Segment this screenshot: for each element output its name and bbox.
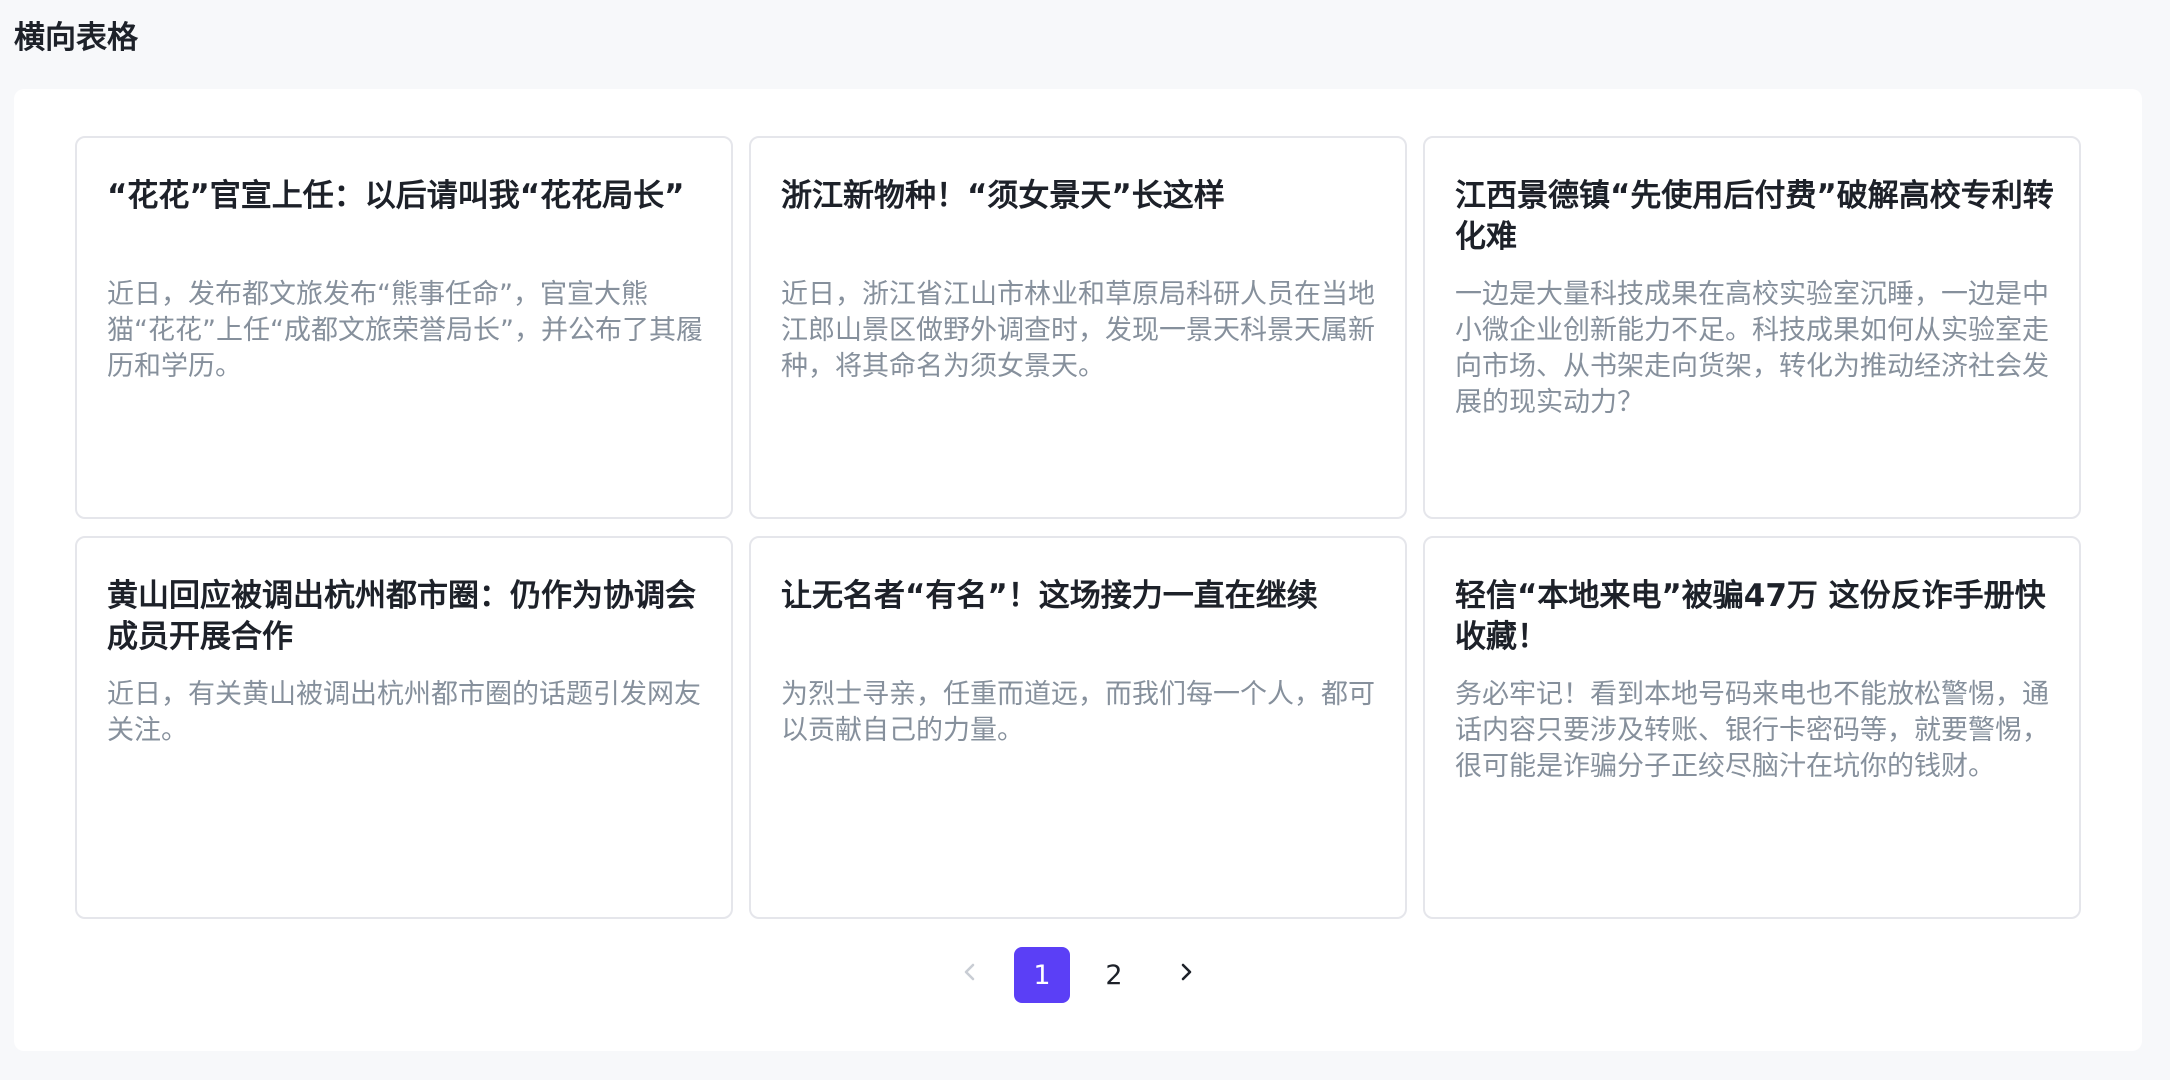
news-card[interactable]: “花花”官宣上任：以后请叫我“花花局长” 近日，发布都文旅发布“熊事任命”，官宣… xyxy=(75,136,733,519)
next-page-button[interactable] xyxy=(1158,947,1214,1003)
card-title: 轻信“本地来电”被骗47万 这份反诈手册快收藏！ xyxy=(1455,578,2046,655)
card-title: 黄山回应被调出杭州都市圈：仍作为协调会成员开展合作 xyxy=(107,578,696,655)
card-title: “花花”官宣上任：以后请叫我“花花局长” xyxy=(107,178,685,214)
news-card[interactable]: 江西景德镇“先使用后付费”破解高校专利转化难 一边是大量科技成果在高校实验室沉睡… xyxy=(1423,136,2081,519)
prev-page-button[interactable] xyxy=(942,947,998,1003)
card-title: 江西景德镇“先使用后付费”破解高校专利转化难 xyxy=(1455,178,2054,255)
pagination: 1 2 xyxy=(14,947,2142,1003)
content-panel: “花花”官宣上任：以后请叫我“花花局长” 近日，发布都文旅发布“熊事任命”，官宣… xyxy=(14,89,2142,1051)
card-title: 让无名者“有名”！这场接力一直在继续 xyxy=(781,578,1318,614)
card-summary: 一边是大量科技成果在高校实验室沉睡，一边是中小微企业创新能力不足。科技成果如何从… xyxy=(1455,279,2049,418)
chevron-right-icon xyxy=(1174,960,1198,991)
news-card[interactable]: 浙江新物种！“须女景天”长这样 近日，浙江省江山市林业和草原局科研人员在当地江郎… xyxy=(749,136,1407,519)
news-card[interactable]: 让无名者“有名”！这场接力一直在继续 为烈士寻亲，任重而道远，而我们每一个人，都… xyxy=(749,536,1407,919)
page-title: 横向表格 xyxy=(14,20,138,56)
chevron-left-icon xyxy=(958,960,982,991)
card-summary: 近日，发布都文旅发布“熊事任命”，官宣大熊猫“花花”上任“成都文旅荣誉局长”，并… xyxy=(107,279,703,382)
card-summary: 近日，浙江省江山市林业和草原局科研人员在当地江郎山景区做野外调查时，发现一景天科… xyxy=(781,279,1375,382)
card-title: 浙江新物种！“须女景天”长这样 xyxy=(781,178,1225,214)
page-number-2[interactable]: 2 xyxy=(1086,947,1142,1003)
news-card[interactable]: 轻信“本地来电”被骗47万 这份反诈手册快收藏！ 务必牢记！看到本地号码来电也不… xyxy=(1423,536,2081,919)
news-card[interactable]: 黄山回应被调出杭州都市圈：仍作为协调会成员开展合作 近日，有关黄山被调出杭州都市… xyxy=(75,536,733,919)
card-summary: 近日，有关黄山被调出杭州都市圈的话题引发网友关注。 xyxy=(107,679,701,746)
card-summary: 为烈士寻亲，任重而道远，而我们每一个人，都可以贡献自己的力量。 xyxy=(781,679,1375,746)
card-summary: 务必牢记！看到本地号码来电也不能放松警惕，通话内容只要涉及转账、银行卡密码等，就… xyxy=(1455,679,2049,782)
page-number-1[interactable]: 1 xyxy=(1014,947,1070,1003)
card-grid: “花花”官宣上任：以后请叫我“花花局长” 近日，发布都文旅发布“熊事任命”，官宣… xyxy=(75,136,2081,919)
